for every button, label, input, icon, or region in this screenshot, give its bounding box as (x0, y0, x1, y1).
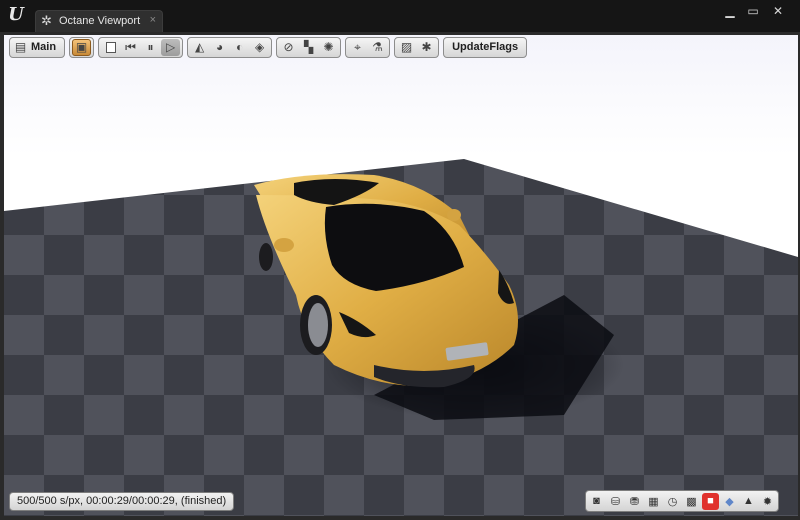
refresh-button[interactable]: ✺ (319, 39, 338, 56)
pause-icon: ⏸ (147, 39, 154, 54)
image-group: ▨ ✱ (394, 36, 440, 58)
render-mode-4-button[interactable]: ◈ (250, 39, 269, 56)
play-icon: ▷ (165, 39, 176, 54)
viewport-toolbar: ▤ Main ▣ ⏮ ⏸ ▷ ◭ ◕ ◐ ◈ ⊘ ▚ ✺ ⌖ ⚗ ▨ ✱ Upd… (4, 35, 528, 59)
tab-octane-viewport[interactable]: ✲ Octane Viewport × (35, 10, 163, 32)
image-icon[interactable]: ▲ (740, 493, 757, 510)
cube-icon[interactable]: ◆ (721, 493, 738, 510)
unreal-logo-icon: U (8, 4, 24, 25)
restart-button[interactable]: ⏮ (121, 39, 140, 56)
render-mode-3-button[interactable]: ◐ (230, 39, 249, 56)
lock-view-button[interactable]: ⊘ (279, 39, 298, 56)
chart-icon: ◭ (194, 39, 205, 54)
no-entry-icon: ⊘ (283, 39, 294, 54)
checker-icon: ▚ (303, 39, 314, 54)
settings-button[interactable]: ✱ (417, 39, 436, 56)
pick-focus-icon: ⌖ (354, 39, 361, 54)
view-options-group: ⊘ ▚ ✺ (276, 36, 342, 58)
stop-icon (105, 41, 116, 53)
light-icon: ◐ (235, 39, 244, 54)
stop-icon[interactable]: ■ (702, 492, 719, 510)
update-flags-group: UpdateFlags (443, 36, 528, 58)
rendered-scene (4, 159, 798, 516)
settings-icon: ✱ (421, 39, 432, 54)
disk-save-icon[interactable]: ⛁ (607, 493, 624, 510)
color-wheel-icon: ◕ (215, 39, 224, 54)
tab-label: Octane Viewport (59, 15, 141, 27)
film-icon[interactable]: ▩ (683, 493, 700, 510)
main-button[interactable]: ▤ Main (12, 39, 62, 56)
tab-close-icon[interactable]: × (150, 14, 156, 26)
render-viewport[interactable] (4, 35, 798, 516)
material-icon: ◈ (254, 39, 265, 54)
disk-export-icon[interactable]: ⛃ (626, 493, 643, 510)
sun-icon[interactable]: ✹ (759, 493, 776, 510)
image-button[interactable]: ▨ (397, 39, 416, 56)
title-bar: U ✲ Octane Viewport × ▁ ▭ ✕ (0, 0, 800, 32)
pick-focus-button[interactable]: ⌖ (348, 39, 367, 56)
region-button[interactable]: ▚ (299, 39, 318, 56)
bottom-toolbar: ◙ ⛁ ⛃ ▦ ◷ ▩ ■ ◆ ▲ ✹ (585, 490, 779, 512)
clock-icon[interactable]: ◷ (664, 493, 681, 510)
viewport-toggle-group: ▣ (69, 36, 95, 58)
monitor-icon: ▣ (75, 39, 88, 54)
stop-button[interactable] (101, 39, 120, 56)
pause-button[interactable]: ⏸ (141, 39, 160, 56)
render-status: 500/500 s/px, 00:00:29/00:00:29, (finish… (9, 492, 235, 511)
play-button[interactable]: ▷ (161, 38, 181, 56)
main-group: ▤ Main (9, 36, 66, 58)
render-mode-1-button[interactable]: ◭ (190, 39, 209, 56)
pick-material-icon: ⚗ (372, 39, 383, 54)
main-label: Main (31, 41, 57, 53)
viewport-toggle-button[interactable]: ▣ (72, 38, 92, 56)
image-icon: ▨ (400, 39, 413, 54)
pick-group: ⌖ ⚗ (345, 36, 391, 58)
update-flags-button[interactable]: UpdateFlags (446, 39, 524, 56)
render-region-icon[interactable]: ▦ (645, 493, 662, 510)
minimize-button[interactable]: ▁ (719, 3, 741, 19)
playback-group: ⏮ ⏸ ▷ (98, 36, 184, 58)
layers-icon: ▤ (14, 39, 27, 54)
render-mode-2-button[interactable]: ◕ (210, 39, 229, 56)
update-flags-label: UpdateFlags (452, 41, 519, 53)
close-window-button[interactable]: ✕ (767, 3, 789, 19)
gear-icon: ✲ (41, 13, 52, 28)
maximize-button[interactable]: ▭ (742, 3, 764, 19)
spinner-icon: ✺ (323, 39, 334, 54)
render-mode-group: ◭ ◕ ◐ ◈ (187, 36, 273, 58)
pick-material-button[interactable]: ⚗ (368, 39, 387, 56)
restart-icon: ⏮ (125, 39, 136, 54)
camera-icon[interactable]: ◙ (588, 493, 605, 510)
